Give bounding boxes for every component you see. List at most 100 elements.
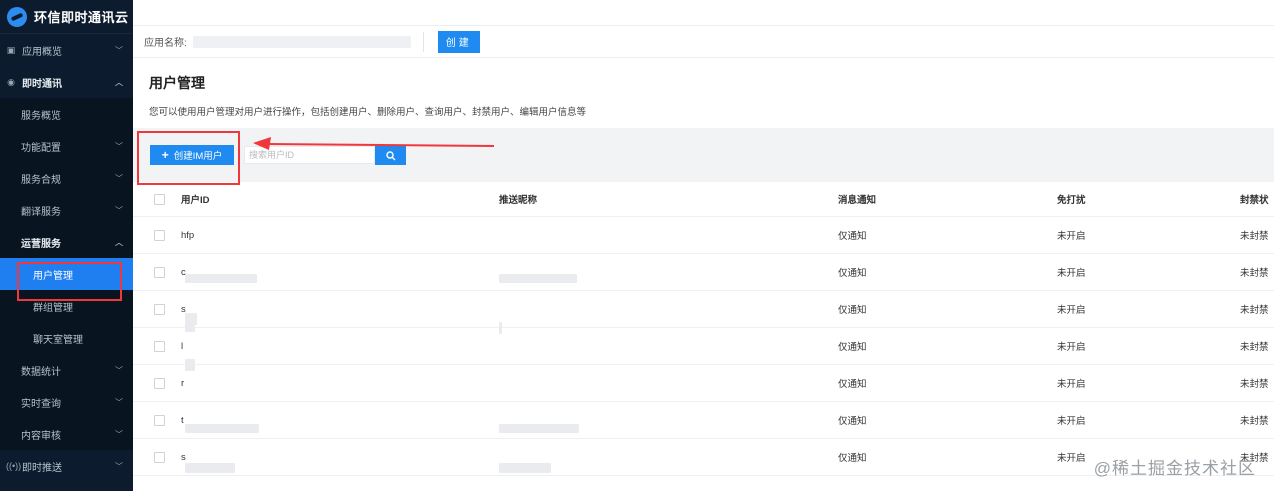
brand-name: 环信即时通讯云 [34, 10, 129, 25]
dnd-value: 未开启 [1057, 342, 1086, 353]
sidebar-item-service-overview[interactable]: 服务概览 [0, 98, 133, 130]
sidebar-item-label: 功能配置 [21, 142, 61, 154]
column-header-user-id[interactable]: 用户ID [181, 192, 210, 206]
sidebar-item-label: 用户管理 [33, 270, 73, 282]
user-id-redacted [185, 322, 195, 332]
notification-value: 仅通知 [838, 231, 867, 242]
user-id-redacted [185, 463, 235, 473]
user-id-redacted [185, 274, 257, 283]
sidebar-item-label: 即时通讯 [22, 78, 62, 90]
sidebar-item-operations[interactable]: 运营服务 ︿ [0, 226, 133, 258]
sidebar-item-group-management[interactable]: 群组管理 [0, 290, 133, 322]
chevron-down-icon: ﹀ [115, 141, 123, 151]
table-row[interactable]: t 仅通知 未开启 未封禁 [133, 402, 1274, 439]
sidebar-item-label: 群组管理 [33, 302, 73, 314]
sidebar-item-chatroom-management[interactable]: 聊天室管理 [0, 322, 133, 354]
page-title: 用户管理 [149, 75, 205, 91]
top-strip [133, 0, 1274, 26]
app-name-value-redacted [192, 35, 411, 48]
sidebar-item-app-overview[interactable]: ▣ 应用概览 ﹀ [0, 34, 133, 66]
sidebar-item-im[interactable]: ◉ 即时通讯 ︿ [0, 66, 133, 98]
chevron-up-icon: ︿ [115, 77, 123, 87]
sidebar-item-label: 运营服务 [21, 238, 61, 250]
notification-value: 仅通知 [838, 416, 867, 427]
dnd-value: 未开启 [1057, 231, 1086, 242]
chevron-down-icon: ﹀ [115, 365, 123, 375]
column-header-dnd[interactable]: 免打扰 [1057, 192, 1086, 206]
row-checkbox[interactable] [154, 340, 165, 352]
user-id: hfp [181, 229, 195, 241]
user-id: t [181, 414, 184, 426]
sidebar-item-feature-config[interactable]: 功能配置 ﹀ [0, 130, 133, 162]
sidebar-item-label: 即时推送 [22, 462, 62, 474]
row-checkbox[interactable] [154, 451, 165, 463]
column-header-push-nickname[interactable]: 推送昵称 [499, 192, 537, 206]
sidebar-item-user-management[interactable]: 用户管理 [0, 258, 133, 290]
notification-value: 仅通知 [838, 342, 867, 353]
nickname-redacted [499, 274, 577, 283]
table-row[interactable]: hfp 仅通知 未开启 未封禁 [133, 217, 1274, 254]
sidebar: 环信即时通讯云 ▣ 应用概览 ﹀ ◉ 即时通讯 ︿ 服务概览 功能配置 ﹀ 服务合… [0, 0, 133, 491]
row-checkbox[interactable] [154, 266, 165, 278]
add-im-user-label: 创建IM用户 [173, 151, 223, 162]
notification-value: 仅通知 [838, 379, 867, 390]
row-checkbox[interactable] [154, 414, 165, 426]
sidebar-item-label: 服务概览 [21, 110, 61, 122]
sidebar-item-label: 聊天室管理 [33, 334, 83, 346]
dnd-value: 未开启 [1057, 379, 1086, 390]
notification-value: 仅通知 [838, 453, 867, 464]
watermark: @稀土掘金技术社区 [1093, 459, 1256, 478]
grid-icon: ▣ [6, 44, 16, 55]
row-checkbox[interactable] [154, 303, 165, 315]
dnd-value: 未开启 [1057, 453, 1086, 464]
plus-icon: + [161, 148, 169, 162]
chevron-down-icon: ﹀ [115, 45, 123, 55]
dnd-value: 未开启 [1057, 268, 1086, 279]
add-im-user-button[interactable]: + 创建IM用户 [150, 145, 234, 165]
user-id-redacted [185, 359, 195, 371]
sidebar-item-label: 服务合规 [21, 174, 61, 186]
main-content: 应用名称: 创建 用户管理 您可以使用用户管理对用户进行操作，包括创建用户、删除… [133, 0, 1274, 491]
im-submenu: 服务概览 功能配置 ﹀ 服务合规 ﹀ 翻译服务 ﹀ 运营服务 ︿ 用户管理 群组管理 聊… [0, 98, 133, 450]
user-id: r [181, 377, 185, 389]
ban-status-value: 未封禁 [1240, 305, 1269, 316]
brand[interactable]: 环信即时通讯云 [0, 0, 133, 34]
chevron-down-icon: ﹀ [115, 429, 123, 439]
toolbar: + 创建IM用户 搜索用户ID [133, 128, 1274, 182]
row-checkbox[interactable] [154, 229, 165, 241]
nickname-redacted [499, 322, 502, 334]
table-row[interactable]: s 仅通知 未开启 未封禁 [133, 291, 1274, 328]
chevron-down-icon: ﹀ [115, 461, 123, 471]
chevron-down-icon: ﹀ [115, 173, 123, 183]
sidebar-item-translation[interactable]: 翻译服务 ﹀ [0, 194, 133, 226]
table-row[interactable]: r 仅通知 未开启 未封禁 [133, 359, 1274, 402]
chevron-down-icon: ﹀ [115, 397, 123, 407]
ban-status-value: 未封禁 [1240, 416, 1269, 427]
user-table: 用户ID 推送昵称 消息通知 免打扰 封禁状 hfp 仅通知 未开启 未封禁 c… [133, 182, 1274, 476]
sidebar-item-compliance[interactable]: 服务合规 ﹀ [0, 162, 133, 194]
user-id-redacted [185, 424, 259, 433]
sidebar-item-content-review[interactable]: 内容审核 ﹀ [0, 418, 133, 450]
table-row[interactable]: c 仅通知 未开启 未封禁 [133, 254, 1274, 291]
notification-value: 仅通知 [838, 268, 867, 279]
sidebar-item-label: 内容审核 [21, 430, 61, 442]
search-button[interactable] [375, 146, 406, 165]
app-bar: 应用名称: 创建 [133, 26, 1274, 58]
search-input[interactable]: 搜索用户ID [244, 146, 375, 164]
sidebar-item-statistics[interactable]: 数据统计 ﹀ [0, 354, 133, 386]
chat-icon: ◉ [7, 76, 15, 87]
sidebar-item-realtime-query[interactable]: 实时查询 ﹀ [0, 386, 133, 418]
column-header-ban-status[interactable]: 封禁状 [1240, 192, 1269, 206]
user-id: s [181, 451, 186, 463]
create-button[interactable]: 创建 [437, 30, 480, 53]
sidebar-item-push[interactable]: ((•)) 即时推送 ﹀ [0, 450, 133, 482]
ban-status-value: 未封禁 [1240, 268, 1269, 279]
select-all-checkbox[interactable] [154, 193, 165, 205]
sidebar-item-label: 翻译服务 [21, 206, 61, 218]
table-row[interactable]: l 仅通知 未开启 未封禁 [133, 322, 1274, 365]
ban-status-value: 未封禁 [1240, 231, 1269, 242]
ban-status-value: 未封禁 [1240, 342, 1269, 353]
row-checkbox[interactable] [154, 377, 165, 389]
notification-value: 仅通知 [838, 305, 867, 316]
column-header-notification[interactable]: 消息通知 [838, 192, 876, 206]
